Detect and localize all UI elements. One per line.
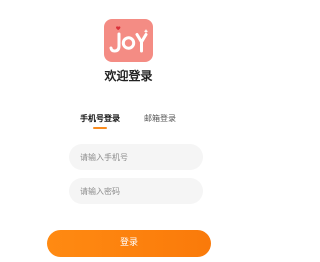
login-button[interactable]: 登录	[47, 230, 211, 257]
phone-input[interactable]	[69, 144, 203, 170]
password-input[interactable]	[69, 178, 203, 204]
login-page: 欢迎登录 手机号登录 邮箱登录 登录	[0, 0, 257, 262]
page-title: 欢迎登录	[104, 69, 153, 83]
joy-logo-mark	[109, 26, 149, 53]
tab-email-login[interactable]: 邮箱登录	[144, 113, 176, 125]
joy-logo	[104, 19, 153, 62]
tab-phone-login[interactable]: 手机号登录	[80, 113, 120, 125]
login-tabs: 手机号登录 邮箱登录	[0, 113, 257, 133]
active-tab-indicator	[93, 127, 107, 129]
